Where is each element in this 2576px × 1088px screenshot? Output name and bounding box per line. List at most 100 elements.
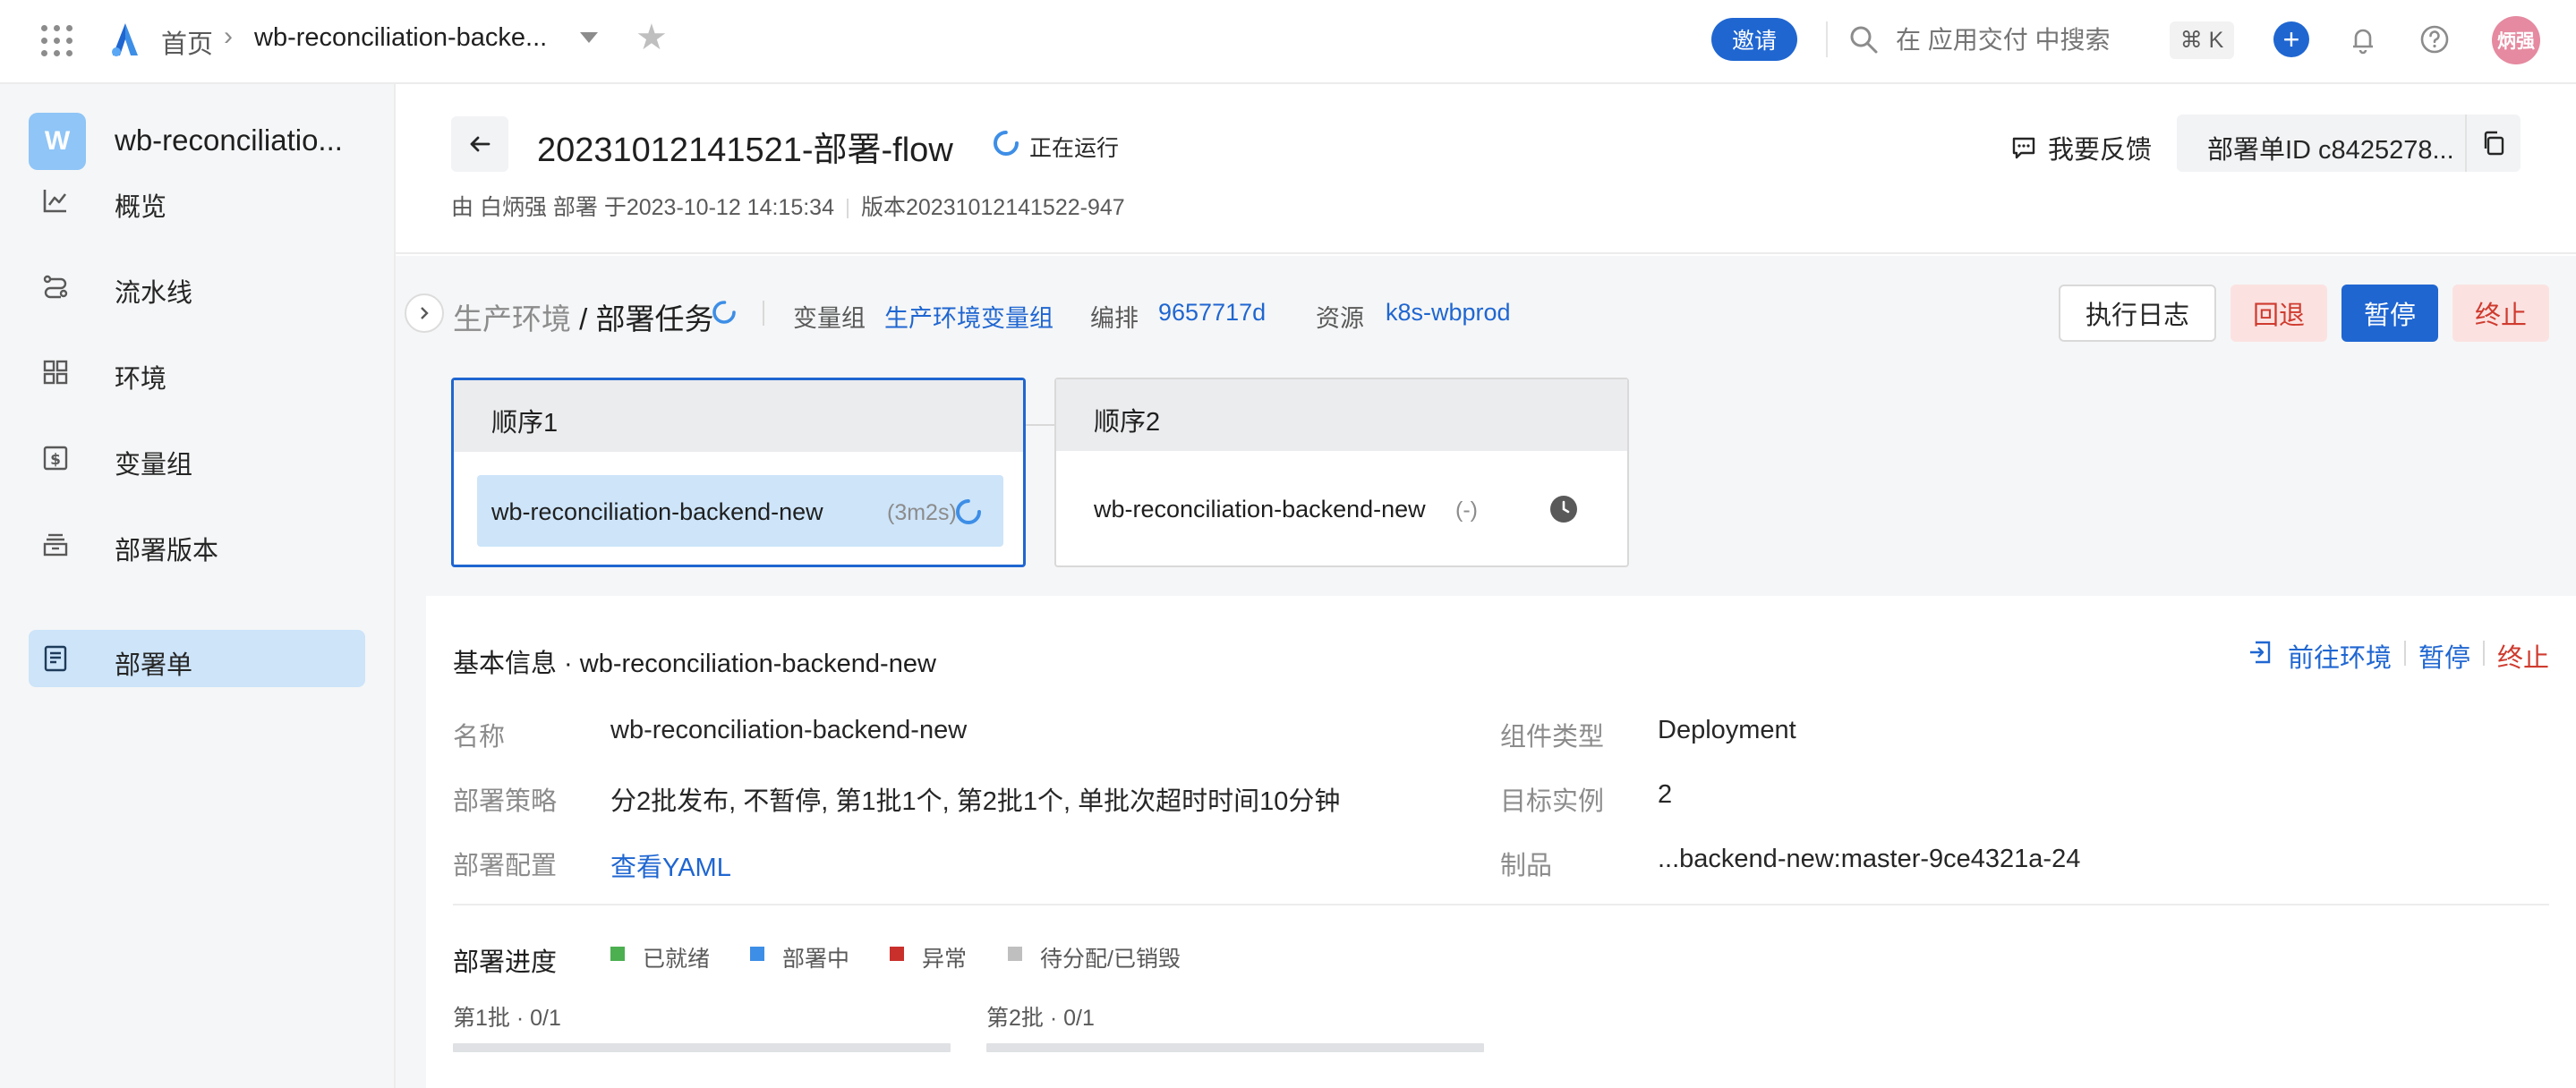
stage-env[interactable]: 生产环境 bbox=[453, 302, 571, 336]
batch-progress-bar bbox=[453, 1043, 951, 1052]
sequence-card-2[interactable]: 顺序2 wb-reconciliation-backend-new (-) bbox=[1054, 378, 1629, 567]
create-button[interactable]: + bbox=[2273, 21, 2309, 57]
job-duration: (3m2s) bbox=[887, 500, 957, 525]
status-badge: 正在运行 bbox=[1029, 136, 1120, 161]
arrow-left-icon bbox=[470, 136, 490, 152]
batch-label: 第2批 · 0/1 bbox=[986, 1006, 1095, 1031]
page-title: 20231012141521-部署-flow bbox=[537, 132, 953, 169]
sidebar-item-label: 环境 bbox=[115, 365, 167, 394]
stage-breadcrumb: 生产环境 / 部署任务 bbox=[453, 295, 714, 338]
batch-progress-bar bbox=[986, 1043, 1484, 1052]
copy-button[interactable] bbox=[2465, 115, 2521, 172]
apps-grid-icon[interactable] bbox=[41, 25, 73, 57]
avatar[interactable]: 炳强 bbox=[2492, 16, 2540, 64]
copy-icon bbox=[2484, 131, 2504, 156]
sequence-title: 顺序2 bbox=[1094, 408, 1161, 437]
field-label: 目标实例 bbox=[1500, 787, 1605, 816]
feedback-button[interactable]: 我要反馈 bbox=[2010, 129, 2152, 166]
detail-title: 基本信息 · wb-reconciliation-backend-new bbox=[453, 650, 936, 678]
search-icon bbox=[1850, 26, 1878, 54]
sidebar-item-label: 部署版本 bbox=[115, 537, 219, 565]
logo-icon[interactable] bbox=[106, 20, 145, 59]
sequence-header: 顺序1 bbox=[454, 380, 1023, 452]
legend-label: 异常 bbox=[922, 947, 968, 972]
field-label: 名称 bbox=[453, 723, 506, 752]
deploy-id-box: 部署单ID c8425278... bbox=[2177, 115, 2521, 172]
sidebar-item-variable-group[interactable]: $ 变量组 bbox=[29, 429, 365, 487]
help-icon[interactable] bbox=[2417, 21, 2452, 57]
field-value: 分2批发布, 不暂停, 第1批1个, 第2批1个, 单批次超时时间10分钟 bbox=[610, 787, 1341, 816]
app-name[interactable]: wb-reconciliatio... bbox=[115, 123, 374, 157]
legend-deploying-swatch bbox=[750, 947, 764, 961]
search-shortcut: ⌘ K bbox=[2170, 21, 2234, 59]
legend-ready-swatch bbox=[610, 947, 625, 961]
chevron-down-icon[interactable] bbox=[580, 32, 598, 43]
resource-link[interactable]: k8s-wbprod bbox=[1386, 299, 1511, 327]
document-icon bbox=[44, 645, 67, 672]
view-yaml-link[interactable]: 查看YAML bbox=[610, 846, 731, 884]
breadcrumb-separator-icon: › bbox=[224, 21, 233, 51]
divider bbox=[846, 199, 849, 219]
arrange-link[interactable]: 9657717d bbox=[1158, 299, 1266, 327]
invite-button[interactable]: 邀请 bbox=[1711, 18, 1797, 61]
sidebar-item-deploy-version[interactable]: 部署版本 bbox=[29, 515, 365, 573]
app-badge: W bbox=[29, 113, 86, 170]
field-value: Deployment bbox=[1658, 716, 1796, 744]
legend-label: 待分配/已销毁 bbox=[1040, 947, 1181, 972]
breadcrumb-home[interactable]: 首页 bbox=[161, 23, 213, 61]
sidebar-item-pipeline[interactable]: 流水线 bbox=[29, 258, 365, 315]
sidebar-item-overview[interactable]: 概览 bbox=[29, 172, 365, 229]
field-value: ...backend-new:master-9ce4321a-24 bbox=[1658, 845, 2081, 873]
deploy-meta: 由 白炳强 部署 于2023-10-12 14:15:34 版本202310121… bbox=[451, 190, 1125, 222]
stop-button[interactable]: 终止 bbox=[2452, 285, 2549, 342]
field-label: 组件类型 bbox=[1500, 723, 1605, 752]
collapse-toggle[interactable] bbox=[405, 293, 444, 333]
back-button[interactable] bbox=[451, 116, 508, 172]
pipeline-icon bbox=[43, 275, 68, 299]
execution-log-button[interactable]: 执行日志 bbox=[2059, 285, 2216, 342]
batch-label: 第1批 · 0/1 bbox=[453, 1006, 561, 1031]
dollar-box-icon: $ bbox=[43, 446, 68, 471]
sidebar-item-label: 部署单 bbox=[115, 651, 193, 680]
chevron-right-icon bbox=[421, 307, 429, 319]
progress-title: 部署进度 bbox=[453, 948, 558, 977]
pause-link[interactable]: 暂停 bbox=[2418, 637, 2470, 675]
search-input[interactable] bbox=[1896, 21, 2164, 59]
pause-button[interactable]: 暂停 bbox=[2341, 285, 2438, 342]
var-group-link[interactable]: 生产环境变量组 bbox=[884, 299, 1053, 334]
field-value: wb-reconciliation-backend-new bbox=[610, 716, 968, 744]
field-label: 部署配置 bbox=[453, 852, 558, 880]
star-icon[interactable]: ★ bbox=[635, 20, 668, 55]
chart-line-icon bbox=[43, 190, 67, 213]
job-name[interactable]: wb-reconciliation-backend-new bbox=[1094, 496, 1426, 523]
stage-task: / 部署任务 bbox=[579, 302, 714, 336]
breadcrumb-app[interactable]: wb-reconciliation-backe... bbox=[254, 23, 547, 53]
spinner-icon bbox=[712, 301, 736, 324]
sidebar-item-deploy-order[interactable]: 部署单 bbox=[29, 630, 365, 687]
sidebar: W wb-reconciliatio... 概览 流水线 环境 $ 变量组 部署… bbox=[0, 84, 396, 1088]
rollback-button[interactable]: 回退 bbox=[2231, 285, 2327, 342]
grid-icon bbox=[43, 360, 68, 385]
job-item-running[interactable]: wb-reconciliation-backend-new (3m2s) bbox=[477, 475, 1003, 547]
divider bbox=[2404, 641, 2406, 666]
deploy-version: 版本20231012141522-947 bbox=[860, 195, 1125, 220]
sidebar-item-label: 变量组 bbox=[115, 451, 193, 480]
divider bbox=[2483, 641, 2485, 666]
goto-env-link[interactable]: 前往环境 bbox=[2288, 637, 2392, 675]
field-value: 2 bbox=[1658, 780, 1673, 809]
feedback-label: 我要反馈 bbox=[2048, 136, 2153, 165]
clock-icon bbox=[1550, 496, 1577, 523]
field-label: 制品 bbox=[1500, 852, 1553, 880]
divider bbox=[453, 904, 2549, 905]
var-group-label: 变量组 bbox=[793, 305, 866, 332]
sequence-card-1[interactable]: 顺序1 wb-reconciliation-backend-new (3m2s) bbox=[451, 378, 1026, 567]
stop-link[interactable]: 终止 bbox=[2497, 637, 2549, 675]
sidebar-item-environment[interactable]: 环境 bbox=[29, 344, 365, 401]
legend-pending-swatch bbox=[1008, 947, 1022, 961]
sequence-connector bbox=[1026, 424, 1054, 426]
spinner-icon bbox=[956, 499, 981, 524]
sidebar-item-label: 概览 bbox=[115, 193, 167, 222]
legend-label: 已就绪 bbox=[643, 947, 711, 972]
bell-icon[interactable] bbox=[2345, 21, 2381, 57]
deploy-id: 部署单ID c8425278... bbox=[2207, 136, 2454, 165]
